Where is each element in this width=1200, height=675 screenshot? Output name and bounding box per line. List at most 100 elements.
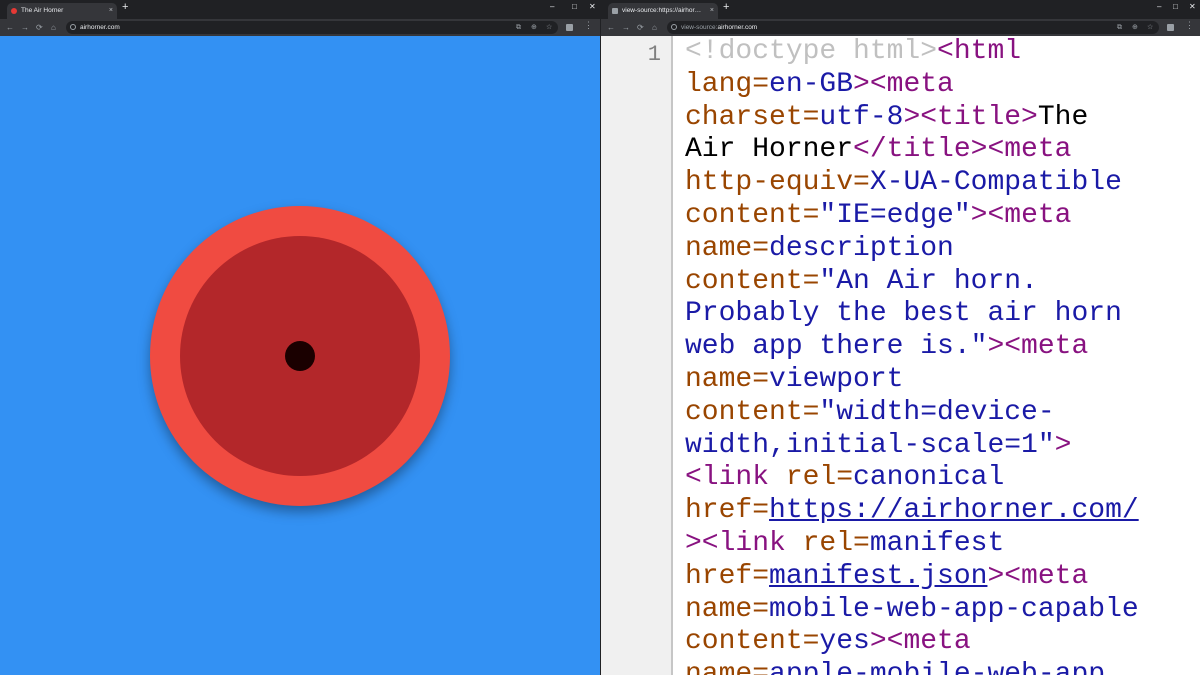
value-token: canonical: [853, 462, 1005, 494]
site-info-icon[interactable]: [671, 24, 677, 30]
address-url-prefix: view-source:: [681, 24, 718, 31]
zoom-icon[interactable]: ⊕: [1132, 21, 1138, 34]
minimize-icon[interactable]: –: [550, 2, 554, 11]
reload-icon[interactable]: ⟳: [637, 21, 644, 34]
address-url: airhorner.com: [80, 24, 120, 31]
line-number-gutter: 1: [601, 36, 673, 675]
install-app-icon[interactable]: ⧉: [516, 21, 521, 34]
attribute-token: name=: [685, 232, 770, 264]
attribute-token: content=: [685, 199, 820, 231]
site-info-icon[interactable]: [70, 24, 76, 30]
tab-title: view-source:https://airhorner.com: [622, 7, 702, 14]
new-tab-button[interactable]: +: [723, 1, 729, 13]
value-token: manifest: [869, 527, 1005, 559]
tab-air-horner[interactable]: The Air Horner ×: [7, 3, 117, 19]
value-token: viewport: [769, 363, 904, 395]
source-line: name=viewport: [685, 364, 1200, 397]
value-token: utf-8: [819, 101, 904, 133]
attribute-token: href=: [685, 495, 770, 527]
text-token: Air Horner: [685, 134, 854, 166]
source-line: charset=utf-8><title>The: [685, 102, 1200, 135]
home-icon[interactable]: ⌂: [652, 21, 657, 34]
source-line: name=mobile-web-app-capable: [685, 594, 1200, 627]
tag-token: <html: [937, 36, 1022, 67]
tag-token: ><meta: [987, 331, 1089, 363]
doctype-token: <!doctype html>: [685, 36, 938, 67]
airhorn-button[interactable]: [150, 206, 450, 506]
browser-toolbar: ← → ⟳ ⌂ view-source:airhorner.com ⧉ ⊕ ☆ …: [601, 19, 1200, 36]
forward-icon[interactable]: →: [622, 21, 630, 34]
tag-token: <link: [685, 462, 770, 494]
new-tab-button[interactable]: +: [122, 1, 128, 13]
menu-icon[interactable]: ⋮: [1185, 20, 1194, 31]
airhorn-favicon-icon: [11, 8, 17, 14]
close-tab-icon[interactable]: ×: [109, 3, 113, 19]
page-favicon-icon: [612, 8, 618, 14]
attribute-token: rel=: [769, 462, 854, 494]
source-line: content="width=device-: [685, 397, 1200, 430]
source-line: content="An Air horn.: [685, 266, 1200, 299]
close-tab-icon[interactable]: ×: [710, 3, 714, 19]
tag-token: ><meta: [869, 626, 971, 658]
tag-token: ><title>: [903, 101, 1038, 133]
source-line: Probably the best air horn: [685, 298, 1200, 331]
tab-title: The Air Horner: [21, 7, 64, 14]
browser-window-airhorner: The Air Horner × + – □ ✕ ← → ⟳ ⌂ airhorn…: [0, 0, 600, 675]
value-token: width,initial-scale=1": [685, 429, 1055, 461]
close-window-icon[interactable]: ✕: [1189, 2, 1196, 11]
airhorn-center-dot: [285, 341, 315, 371]
browser-toolbar: ← → ⟳ ⌂ airhorner.com ⧉ ⊕ ☆ ⋮: [0, 19, 600, 36]
zoom-icon[interactable]: ⊕: [531, 21, 537, 34]
source-line: lang=en-GB><meta: [685, 69, 1200, 102]
address-bar[interactable]: view-source:airhorner.com ⧉ ⊕ ☆: [667, 21, 1159, 34]
back-icon[interactable]: ←: [6, 21, 14, 34]
maximize-icon[interactable]: □: [572, 2, 577, 11]
back-icon[interactable]: ←: [607, 21, 615, 34]
tag-token: >: [1054, 429, 1072, 461]
extension-icon[interactable]: [566, 24, 573, 31]
value-token: "width=device-: [819, 396, 1055, 428]
source-line: content=yes><meta: [685, 626, 1200, 659]
tab-strip: The Air Horner × + – □ ✕: [0, 0, 600, 19]
tag-token: ><meta: [853, 68, 954, 100]
tag-token: </title><meta: [853, 134, 1072, 166]
source-line: name=description: [685, 233, 1200, 266]
attribute-token: name=: [685, 363, 770, 395]
source-line: Air Horner</title><meta: [685, 134, 1200, 167]
reload-icon[interactable]: ⟳: [36, 21, 43, 34]
minimize-icon[interactable]: –: [1157, 2, 1161, 11]
extension-icon[interactable]: [1167, 24, 1174, 31]
source-line: web app there is."><meta: [685, 331, 1200, 364]
attribute-token: charset=: [685, 101, 820, 133]
value-token: X-UA-Compatible: [869, 167, 1122, 199]
address-bar[interactable]: airhorner.com ⧉ ⊕ ☆: [66, 21, 558, 34]
source-link[interactable]: https://airhorner.com/: [769, 495, 1139, 526]
attribute-token: name=: [685, 659, 770, 675]
value-token: description: [769, 232, 954, 264]
source-link[interactable]: manifest.json: [769, 561, 987, 592]
value-token: "An Air horn.: [819, 265, 1038, 297]
value-token: Probably the best air horn: [685, 298, 1122, 330]
source-line: ><link rel=manifest: [685, 528, 1200, 561]
close-window-icon[interactable]: ✕: [589, 2, 596, 11]
attribute-token: name=: [685, 593, 770, 625]
maximize-icon[interactable]: □: [1173, 2, 1178, 11]
menu-icon[interactable]: ⋮: [584, 20, 593, 31]
attribute-token: lang=: [685, 68, 770, 100]
install-app-icon[interactable]: ⧉: [1117, 21, 1122, 34]
bookmark-star-icon[interactable]: ☆: [546, 21, 552, 34]
tag-token: ><meta: [970, 199, 1072, 231]
tag-token: ><link: [685, 527, 786, 559]
attribute-token: http-equiv=: [685, 167, 870, 199]
value-token: "IE=edge": [819, 199, 971, 231]
source-line: <!doctype html><html: [685, 36, 1200, 69]
bookmark-star-icon[interactable]: ☆: [1147, 21, 1153, 34]
value-token: mobile-web-app-capable: [769, 593, 1139, 625]
source-line: href=manifest.json><meta: [685, 561, 1200, 594]
tab-view-source[interactable]: view-source:https://airhorner.com ×: [608, 3, 718, 19]
forward-icon[interactable]: →: [21, 21, 29, 34]
value-token: en-GB: [769, 68, 854, 100]
tag-token: ><meta: [987, 560, 1089, 592]
value-token: yes: [819, 626, 870, 658]
home-icon[interactable]: ⌂: [51, 21, 56, 34]
